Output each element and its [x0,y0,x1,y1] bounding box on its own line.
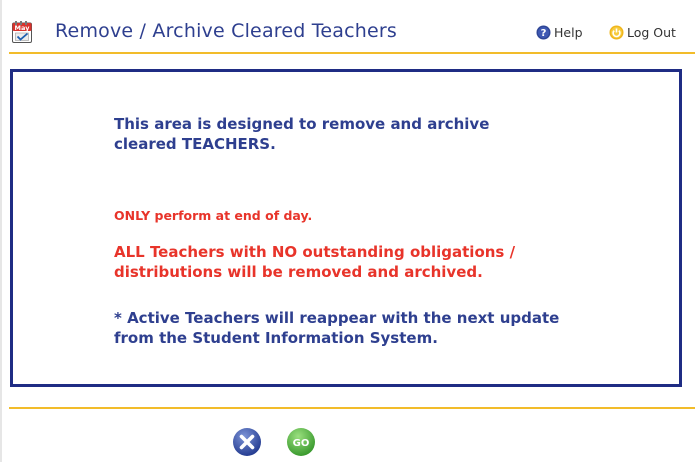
logout-label: Log Out [627,25,676,40]
go-button[interactable]: GO [286,427,316,457]
logout-link[interactable]: Log Out [609,25,676,40]
warning-long: ALL Teachers with NO outstanding obligat… [114,243,516,281]
header-divider [9,52,695,54]
power-icon [609,25,624,40]
help-icon: ? [536,25,551,40]
intro-text: This area is designed to remove and arch… [114,115,490,153]
page-title: Remove / Archive Cleared Teachers [55,20,397,42]
calendar-month: May [15,24,31,32]
calendar-icon: May [12,21,32,43]
page-header: May Remove / Archive Cleared Teachers ? … [0,0,695,52]
window-left-edge [0,0,2,462]
cancel-button[interactable] [232,427,262,457]
warning-short: ONLY perform at end of day. [114,208,313,223]
svg-text:?: ? [541,28,547,39]
help-label: Help [554,25,583,40]
go-label: GO [293,438,310,449]
help-link[interactable]: ? Help [536,25,583,40]
info-note: * Active Teachers will reappear with the… [114,309,560,347]
instructions-panel: This area is designed to remove and arch… [10,69,682,387]
footer-divider [9,407,695,409]
